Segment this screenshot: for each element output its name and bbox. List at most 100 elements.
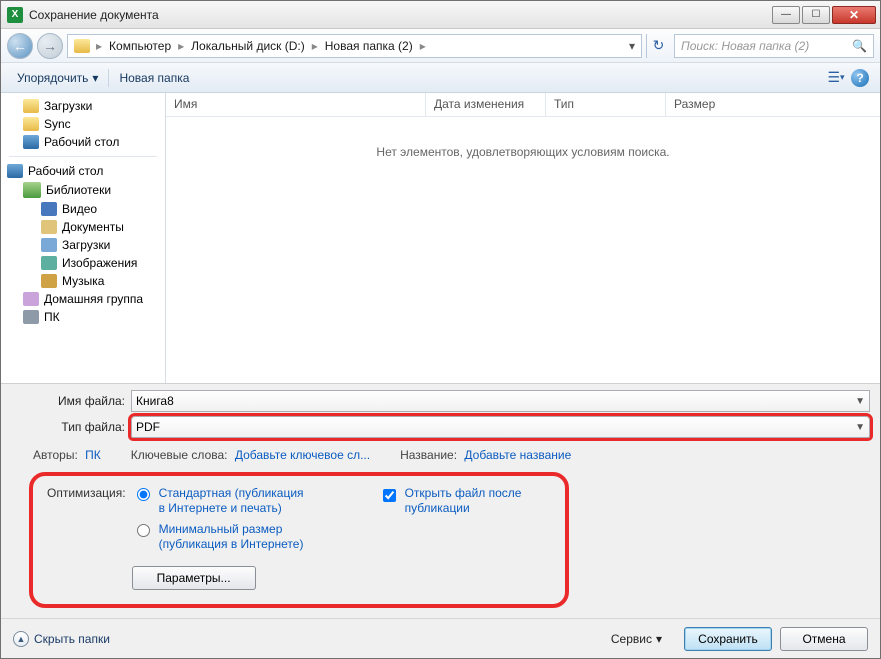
- col-name[interactable]: Имя: [166, 93, 426, 116]
- forward-button[interactable]: →: [37, 33, 63, 59]
- downloads-icon: [41, 238, 57, 252]
- save-dialog: X Сохранение документа — ☐ ✕ ← → ▸ Компь…: [0, 0, 881, 659]
- homegroup-icon: [23, 292, 39, 306]
- filename-label: Имя файла:: [11, 394, 131, 408]
- optimization-frame: Оптимизация: Стандартная (публикация в И…: [29, 472, 569, 608]
- libraries-icon: [23, 182, 41, 198]
- radio-minimum[interactable]: [137, 524, 150, 537]
- keywords-field[interactable]: Ключевые слова: Добавьте ключевое сл...: [131, 448, 370, 462]
- save-button[interactable]: Сохранить: [684, 627, 772, 651]
- body: Загрузки Sync Рабочий стол Рабочий стол …: [1, 93, 880, 384]
- back-button[interactable]: ←: [7, 33, 33, 59]
- open-after-text: Открыть файл после публикации: [405, 486, 555, 516]
- filename-value: Книга8: [136, 394, 174, 408]
- col-type[interactable]: Тип: [546, 93, 666, 116]
- open-after-checkbox[interactable]: Открыть файл после публикации: [379, 486, 555, 590]
- optimize-label: Оптимизация:: [47, 486, 132, 590]
- options-button[interactable]: Параметры...: [132, 566, 256, 590]
- desktop-icon: [7, 164, 23, 178]
- keywords-add[interactable]: Добавьте ключевое сл...: [235, 448, 370, 462]
- checkbox-open-after[interactable]: [383, 489, 396, 502]
- breadcrumb[interactable]: ▸ Компьютер ▸ Локальный диск (D:) ▸ Нова…: [67, 34, 642, 58]
- filetype-value: PDF: [136, 420, 160, 434]
- tree-fav-downloads[interactable]: Загрузки: [1, 97, 165, 115]
- opt-minimum-text: Минимальный размер (публикация в Интерне…: [159, 522, 309, 552]
- tree-downloads[interactable]: Загрузки: [1, 236, 165, 254]
- titlebar: X Сохранение документа — ☐ ✕: [1, 1, 880, 29]
- tree-pc[interactable]: ПК: [1, 308, 165, 326]
- cancel-button[interactable]: Отмена: [780, 627, 868, 651]
- chevron-right-icon: ▸: [418, 39, 428, 53]
- close-button[interactable]: ✕: [832, 6, 876, 24]
- doc-title-label: Название:: [400, 448, 457, 462]
- opt-minimum-radio[interactable]: Минимальный размер (публикация в Интерне…: [132, 522, 309, 552]
- chevron-down-icon[interactable]: ▼: [855, 396, 865, 407]
- window-title: Сохранение документа: [29, 8, 770, 22]
- chevron-right-icon: ▸: [176, 39, 186, 53]
- crumb-folder[interactable]: Новая папка (2): [320, 39, 418, 53]
- folder-icon: [23, 117, 39, 131]
- column-headers: Имя Дата изменения Тип Размер: [166, 93, 880, 117]
- search-placeholder: Поиск: Новая папка (2): [681, 39, 809, 53]
- tree-pictures[interactable]: Изображения: [1, 254, 165, 272]
- filetype-select[interactable]: PDF ▼: [131, 416, 870, 438]
- empty-message: Нет элементов, удовлетворяющих условиям …: [166, 117, 880, 383]
- nav-tree[interactable]: Загрузки Sync Рабочий стол Рабочий стол …: [1, 93, 166, 383]
- tools-menu[interactable]: Сервис ▾: [611, 632, 662, 646]
- save-form: Имя файла: Книга8 ▼ Тип файла: PDF ▼ Авт…: [1, 384, 880, 618]
- opt-standard-radio[interactable]: Стандартная (публикация в Интернете и пе…: [132, 486, 309, 516]
- search-input[interactable]: Поиск: Новая папка (2) 🔍: [674, 34, 874, 58]
- authors-label: Авторы:: [33, 448, 78, 462]
- keywords-label: Ключевые слова:: [131, 448, 228, 462]
- tree-video[interactable]: Видео: [1, 200, 165, 218]
- refresh-button[interactable]: ↻: [646, 34, 670, 58]
- authors-value[interactable]: ПК: [85, 448, 101, 462]
- doc-title-add[interactable]: Добавьте название: [464, 448, 571, 462]
- opt-standard-text: Стандартная (публикация в Интернете и пе…: [159, 486, 309, 516]
- crumb-computer[interactable]: Компьютер: [104, 39, 176, 53]
- video-icon: [41, 202, 57, 216]
- tree-fav-desktop[interactable]: Рабочий стол: [1, 133, 165, 151]
- tree-homegroup[interactable]: Домашняя группа: [1, 290, 165, 308]
- title-field[interactable]: Название: Добавьте название: [400, 448, 571, 462]
- filename-input[interactable]: Книга8 ▼: [131, 390, 870, 412]
- tree-documents[interactable]: Документы: [1, 218, 165, 236]
- excel-icon: X: [7, 7, 23, 23]
- tree-desktop[interactable]: Рабочий стол: [1, 162, 165, 180]
- pictures-icon: [41, 256, 57, 270]
- search-icon: 🔍: [852, 39, 867, 53]
- separator: [108, 69, 109, 87]
- hide-folders-button[interactable]: ▲ Скрыть папки: [13, 631, 110, 647]
- col-date[interactable]: Дата изменения: [426, 93, 546, 116]
- organize-menu[interactable]: Упорядочить ▾: [9, 68, 106, 88]
- dropdown-icon[interactable]: ▾: [625, 39, 639, 53]
- documents-icon: [41, 220, 57, 234]
- crumb-disk[interactable]: Локальный диск (D:): [186, 39, 310, 53]
- col-size[interactable]: Размер: [666, 93, 880, 116]
- footer: ▲ Скрыть папки Сервис ▾ Сохранить Отмена: [1, 618, 880, 658]
- maximize-button[interactable]: ☐: [802, 6, 830, 24]
- tree-fav-sync[interactable]: Sync: [1, 115, 165, 133]
- authors-field[interactable]: Авторы: ПК: [33, 448, 101, 462]
- file-list: Имя Дата изменения Тип Размер Нет элемен…: [166, 93, 880, 383]
- chevron-right-icon: ▸: [94, 39, 104, 53]
- new-folder-button[interactable]: Новая папка: [111, 68, 197, 88]
- folder-icon: [23, 99, 39, 113]
- help-icon: ?: [851, 69, 869, 87]
- navbar: ← → ▸ Компьютер ▸ Локальный диск (D:) ▸ …: [1, 29, 880, 63]
- view-mode-button[interactable]: ☰ ▾: [824, 67, 848, 89]
- music-icon: [41, 274, 57, 288]
- chevron-right-icon: ▸: [310, 39, 320, 53]
- filetype-label: Тип файла:: [11, 420, 131, 434]
- folder-icon: [74, 39, 90, 53]
- tree-music[interactable]: Музыка: [1, 272, 165, 290]
- chevron-down-icon: ▾: [656, 632, 662, 646]
- chevron-down-icon[interactable]: ▼: [855, 422, 865, 433]
- minimize-button[interactable]: —: [772, 6, 800, 24]
- desktop-icon: [23, 135, 39, 149]
- radio-standard[interactable]: [137, 488, 150, 501]
- chevron-up-icon: ▲: [13, 631, 29, 647]
- tree-libraries[interactable]: Библиотеки: [1, 180, 165, 200]
- pc-icon: [23, 310, 39, 324]
- help-button[interactable]: ?: [848, 67, 872, 89]
